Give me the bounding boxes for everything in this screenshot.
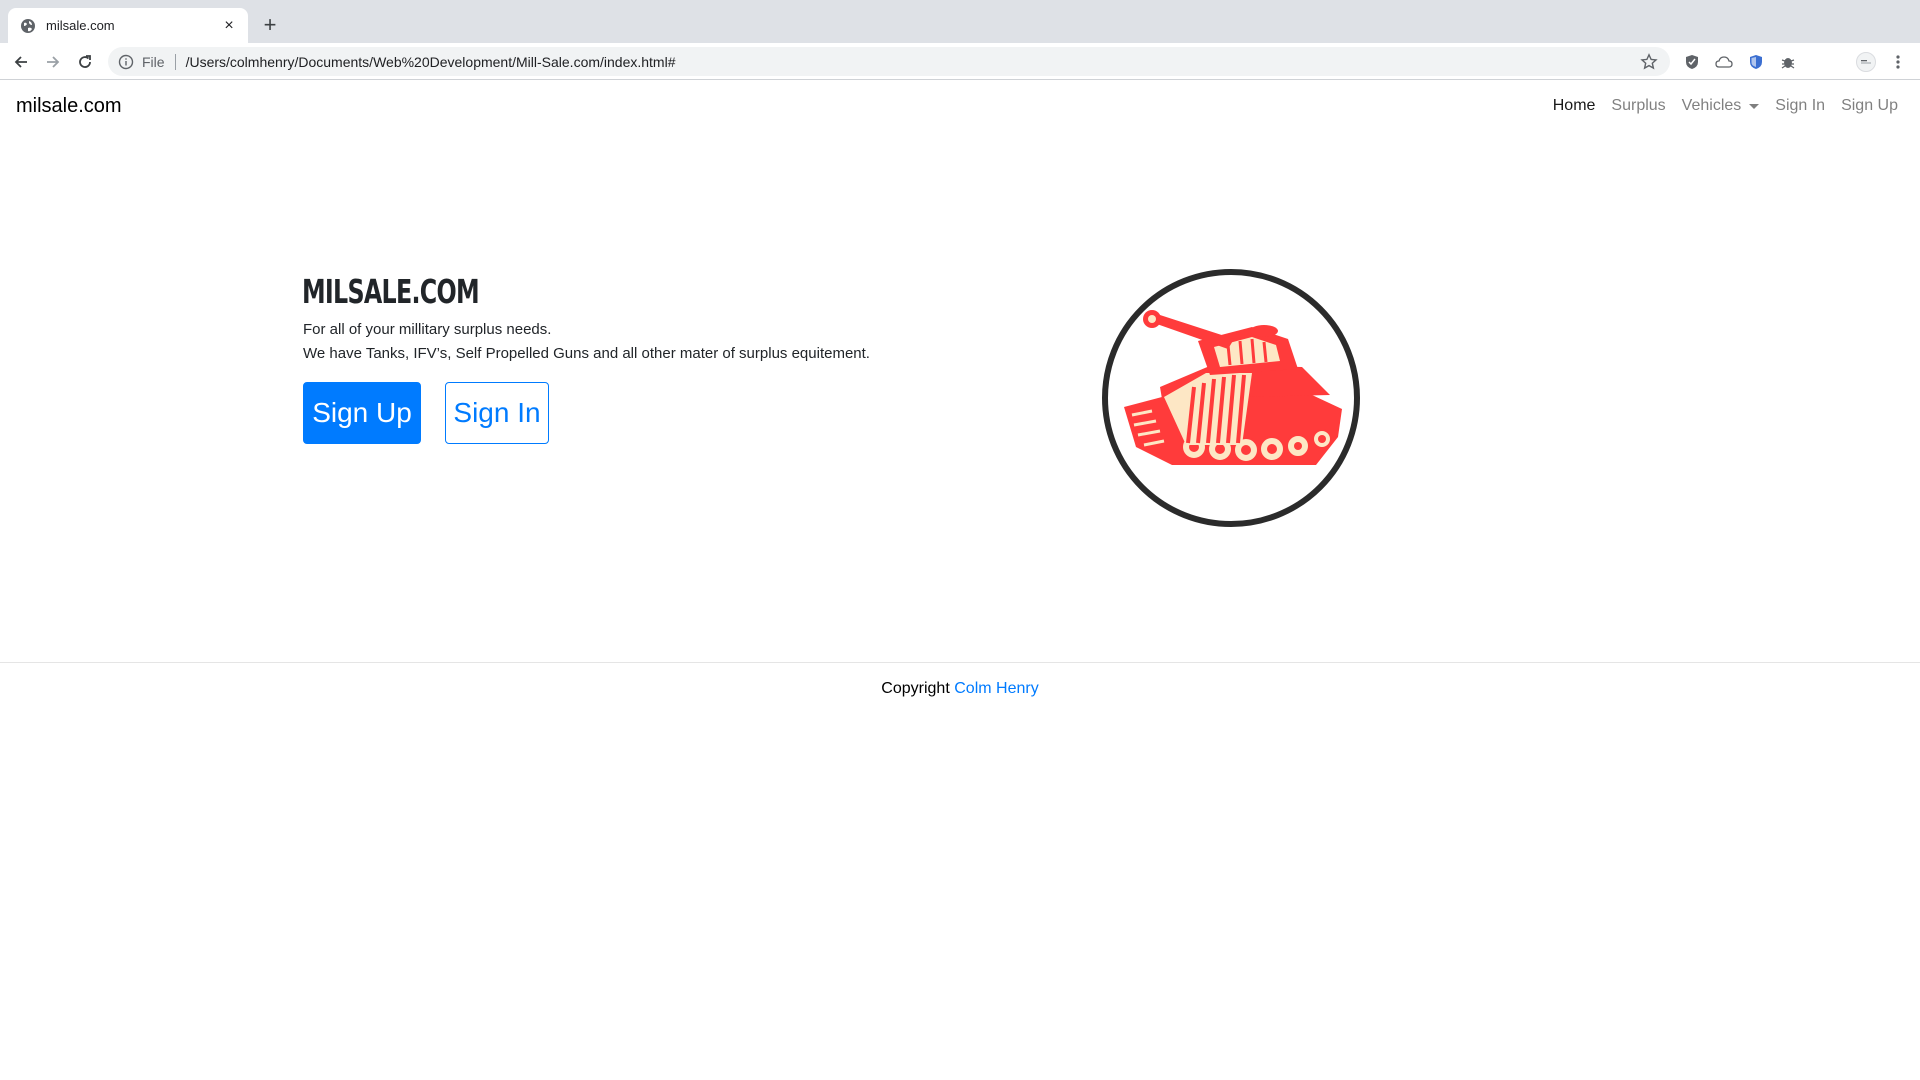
navbar-links: Home Surplus Vehicles Sign In Sign Up xyxy=(1537,97,1898,115)
bookmark-star-icon[interactable] xyxy=(1640,52,1658,71)
url-scheme-label: File xyxy=(142,53,165,70)
browser-tab[interactable]: milsale.com × xyxy=(8,8,248,43)
extension-shield-icon[interactable] xyxy=(1682,52,1702,72)
tab-title: milsale.com xyxy=(46,18,115,33)
url-text[interactable]: /Users/colmhenry/Documents/Web%20Develop… xyxy=(186,54,1640,70)
nav-link-home[interactable]: Home xyxy=(1553,97,1596,115)
hero-description: We have Tanks, IFV’s, Self Propelled Gun… xyxy=(303,345,870,362)
tank-logo-icon xyxy=(1102,269,1360,527)
hero-sign-up-button[interactable]: Sign Up xyxy=(303,382,421,444)
browser-tab-strip: milsale.com × + xyxy=(0,0,1920,43)
profile-avatar[interactable] xyxy=(1856,52,1876,72)
back-arrow-icon xyxy=(14,56,27,68)
hero-title: MILSALE.COM xyxy=(302,272,480,311)
site-navbar: milsale.com Home Surplus Vehicles Sign I… xyxy=(0,81,1920,137)
caret-down-icon xyxy=(1749,103,1760,109)
nav-vehicles-label: Vehicles xyxy=(1681,97,1742,114)
reload-icon xyxy=(79,55,91,68)
browser-menu-icon[interactable] xyxy=(1888,52,1908,72)
info-icon[interactable] xyxy=(118,54,134,70)
reload-button[interactable] xyxy=(72,49,98,75)
back-button[interactable] xyxy=(8,49,34,75)
nav-link-vehicles-dropdown[interactable]: Vehicles xyxy=(1682,97,1760,115)
nav-link-surplus[interactable]: Surplus xyxy=(1611,97,1665,115)
extension-privacy-shield-icon[interactable] xyxy=(1746,52,1766,72)
hero-sign-in-button[interactable]: Sign In xyxy=(445,382,549,444)
extension-cloud-icon[interactable] xyxy=(1714,52,1734,72)
tab-close-icon[interactable]: × xyxy=(220,17,238,35)
footer-copyright-label: Copyright xyxy=(881,680,950,697)
address-bar[interactable]: File /Users/colmhenry/Documents/Web%20De… xyxy=(108,47,1670,76)
hero-tagline: For all of your millitary surplus needs. xyxy=(303,321,552,338)
browser-toolbar: File /Users/colmhenry/Documents/Web%20De… xyxy=(0,43,1920,80)
url-separator xyxy=(174,53,176,70)
nav-link-sign-in[interactable]: Sign In xyxy=(1775,97,1825,115)
footer-divider xyxy=(0,662,1920,663)
nav-link-sign-up[interactable]: Sign Up xyxy=(1841,97,1898,115)
footer-author-link[interactable]: Colm Henry xyxy=(954,680,1038,697)
forward-button[interactable] xyxy=(40,49,66,75)
forward-arrow-icon xyxy=(47,56,60,68)
navbar-brand[interactable]: milsale.com xyxy=(16,95,122,118)
extension-bug-icon[interactable] xyxy=(1778,52,1798,72)
globe-icon xyxy=(21,18,35,33)
new-tab-button[interactable]: + xyxy=(256,11,284,39)
site-footer: Copyright Colm Henry xyxy=(0,680,1920,698)
